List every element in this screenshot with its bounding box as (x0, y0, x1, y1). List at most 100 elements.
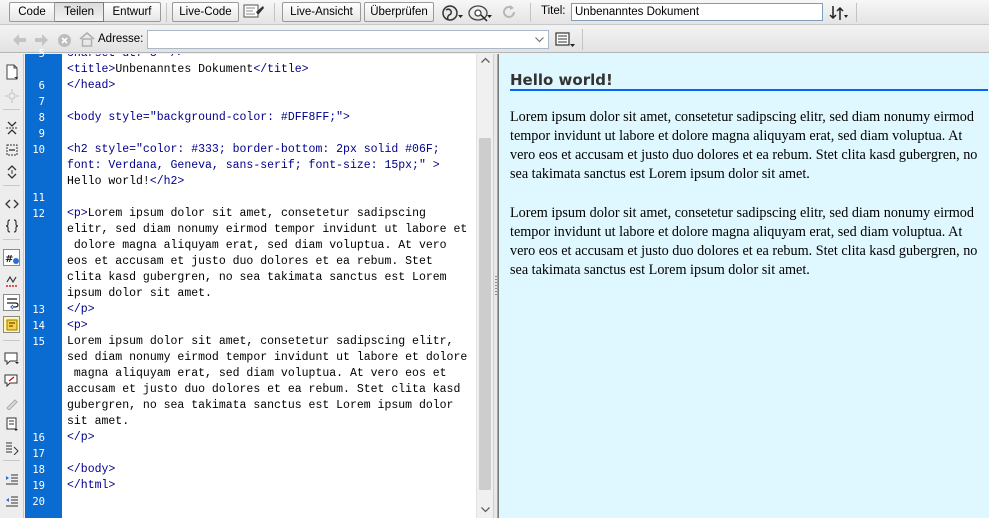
live-view-options-icon[interactable] (555, 30, 577, 50)
wrap-tag-icon[interactable] (3, 394, 20, 411)
code-text: clita kasd gubergren, no sea takimata sa… (67, 271, 447, 284)
code-text: gubergren, no sea takimata sanctus est L… (67, 399, 454, 412)
code-line: sed diam nonumy eirmod tempor invidunt u… (67, 350, 467, 366)
coding-toolbar: # (0, 54, 24, 518)
line-number: 6 (38, 80, 45, 92)
recent-snippets-icon[interactable] (3, 416, 20, 433)
code-editor[interactable]: charset=utf-8" /> <title>Unbenanntes Doku… (62, 54, 476, 518)
collapse-icon[interactable] (3, 87, 20, 104)
document-title-input[interactable]: Unbenanntes Dokument (571, 3, 823, 21)
code-view-button[interactable]: Code (9, 2, 55, 22)
live-preview-pane[interactable]: Hello world! Lorem ipsum dolor sit amet,… (498, 54, 989, 518)
code-tag: <p> (67, 319, 88, 332)
open-documents-icon[interactable] (3, 63, 20, 80)
balance-braces-icon[interactable] (3, 217, 20, 234)
code-text: magna aliquyam erat, sed diam voluptua. … (67, 367, 447, 380)
code-text: Hello world! (67, 175, 150, 188)
scrollbar-thumb[interactable] (479, 138, 491, 490)
line-number: 17 (32, 448, 45, 460)
code-tag: </head> (67, 79, 116, 92)
highlight-invalid-code-icon[interactable] (3, 272, 20, 289)
collapse-full-tag-icon[interactable] (3, 119, 20, 136)
move-css-icon[interactable] (3, 439, 20, 456)
code-line: font: Verdana, Geneva, sans-serif; font-… (67, 158, 440, 174)
code-tag: font: Verdana, Geneva, sans-serif; font-… (67, 159, 440, 172)
line-number: 15 (32, 336, 45, 348)
code-line: </body> (67, 462, 115, 478)
home-icon[interactable] (78, 31, 96, 48)
svg-text:#: # (5, 254, 13, 265)
dropdown-icon[interactable] (531, 31, 548, 48)
code-line: accusam et justo duo dolores et ea rebum… (67, 382, 460, 398)
line-numbers-icon[interactable]: # (3, 249, 20, 266)
code-line: <p>Lorem ipsum dolor sit amet, consetetu… (67, 206, 426, 222)
line-number: 20 (32, 496, 45, 508)
syntax-coloring-icon[interactable] (3, 316, 20, 333)
code-scrollbar[interactable] (476, 54, 493, 518)
code-line: clita kasd gubergren, no sea takimata sa… (67, 270, 447, 286)
code-text: ipsum dolor sit amet. (67, 287, 212, 300)
code-line: eos et accusam et justo duo dolores et e… (67, 254, 433, 270)
toolbar-divider (274, 3, 275, 22)
line-number: 10 (32, 144, 45, 156)
line-number: 11 (32, 192, 45, 204)
browser-navigation-toolbar: Adresse: (0, 26, 989, 53)
document-toolbar: Code Teilen Entwurf Live-Code Live-Ansic… (0, 0, 989, 25)
code-tag: </title> (253, 63, 309, 76)
code-line: dolore magna aliquyam erat, sed diam vol… (67, 238, 447, 254)
code-text: Lorem ipsum dolor sit amet, consetetur s… (67, 335, 454, 348)
outdent-code-icon[interactable] (3, 492, 20, 509)
code-line: ipsum dolor sit amet. (67, 286, 212, 302)
file-management-icon[interactable] (828, 3, 850, 22)
toolbar-divider (856, 3, 857, 22)
indent-code-icon[interactable] (3, 470, 20, 487)
code-line: sit amet. (67, 414, 129, 430)
live-code-button[interactable]: Live-Code (172, 2, 239, 22)
code-text: Unbenanntes Dokument (115, 63, 254, 76)
scroll-up-icon[interactable] (480, 56, 491, 64)
code-line: <h2 style="color: #333; border-bottom: 2… (67, 142, 440, 158)
title-label: Titel: (541, 5, 566, 17)
code-text: eos et accusam et justo duo dolores et e… (67, 255, 433, 268)
toolbar-divider (582, 29, 583, 50)
code-tag: </p> (67, 303, 95, 316)
collapse-selection-icon[interactable] (3, 141, 20, 158)
splitter-grip[interactable] (495, 276, 497, 296)
back-arrow-icon[interactable] (12, 32, 28, 48)
select-parent-tag-icon[interactable] (3, 195, 20, 212)
line-number: 12 (32, 208, 45, 220)
expand-all-icon[interactable] (3, 163, 20, 180)
line-number: 16 (32, 432, 45, 444)
code-tag: </html> (67, 479, 116, 492)
code-line: Lorem ipsum dolor sit amet, consetetur s… (67, 334, 453, 350)
code-tag: <title> (67, 63, 116, 76)
globe-icon[interactable] (440, 3, 464, 23)
check-page-button[interactable]: Überprüfen (364, 2, 434, 22)
code-line: </html> (67, 478, 115, 494)
code-line: <body style="background-color: #DFF8FF;"… (67, 110, 350, 126)
split-view-button[interactable]: Teilen (55, 2, 104, 22)
line-number: 18 (32, 464, 45, 476)
code-tag: </body> (67, 463, 116, 476)
inspect-icon[interactable] (466, 2, 494, 23)
refresh-icon[interactable] (500, 3, 518, 21)
code-line: </p> (67, 430, 95, 446)
apply-comment-icon[interactable] (3, 350, 20, 367)
code-line: <title>Unbenanntes Dokument</title> (67, 62, 309, 78)
code-line: gubergren, no sea takimata sanctus est L… (67, 398, 453, 414)
design-view-button[interactable]: Entwurf (104, 2, 161, 22)
code-line: elitr, sed diam nonumy eirmod tempor inv… (67, 222, 467, 238)
view-options-icon[interactable] (242, 2, 266, 22)
live-view-button[interactable]: Live-Ansicht (282, 2, 361, 22)
toolbar-divider (530, 3, 531, 22)
scroll-down-icon[interactable] (480, 506, 491, 514)
stop-icon[interactable] (56, 32, 72, 48)
word-wrap-icon[interactable] (3, 294, 20, 311)
line-number: 14 (32, 320, 45, 332)
preview-paragraph: Lorem ipsum dolor sit amet, consetetur s… (510, 205, 978, 278)
code-tag: <p> (67, 207, 88, 220)
address-label: Adresse: (98, 33, 144, 45)
remove-comment-icon[interactable] (3, 372, 20, 389)
address-input[interactable] (147, 30, 549, 49)
preview-heading: Hello world! (510, 71, 988, 91)
